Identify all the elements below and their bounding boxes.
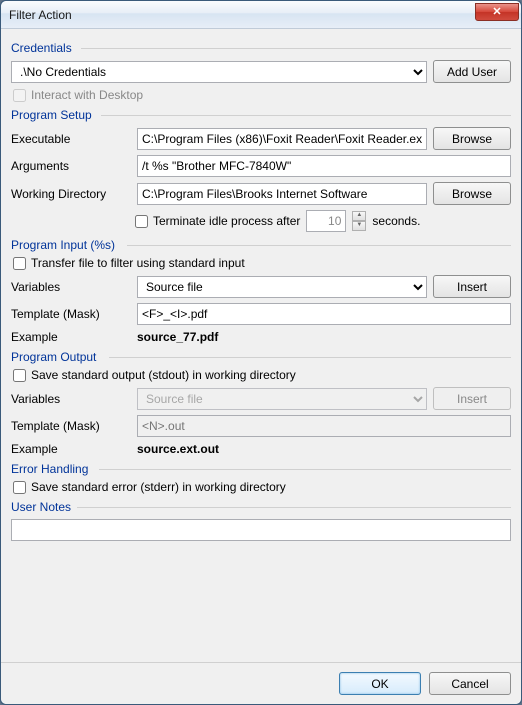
terminate-idle-checkbox[interactable]: Terminate idle process after bbox=[135, 214, 300, 228]
transfer-file-checkbox[interactable]: Transfer file to filter using standard i… bbox=[13, 256, 511, 270]
arguments-input[interactable] bbox=[137, 155, 511, 177]
working-directory-browse-button[interactable]: Browse bbox=[433, 182, 511, 205]
window-title: Filter Action bbox=[9, 8, 475, 22]
spinner-up-icon: ▲ bbox=[352, 211, 366, 221]
input-template-input[interactable] bbox=[137, 303, 511, 325]
spinner-down-icon: ▼ bbox=[352, 221, 366, 231]
dialog-window: Filter Action ✕ Credentials .\No Credent… bbox=[0, 0, 522, 705]
close-icon: ✕ bbox=[492, 5, 501, 18]
add-user-button[interactable]: Add User bbox=[433, 60, 511, 83]
cancel-button[interactable]: Cancel bbox=[429, 672, 511, 695]
output-variables-dropdown: Source file bbox=[137, 388, 427, 410]
transfer-checkbox-input[interactable] bbox=[13, 257, 26, 270]
input-insert-button[interactable]: Insert bbox=[433, 275, 511, 298]
program-input-section-label: Program Input (%s) bbox=[11, 238, 511, 252]
save-stderr-checkbox[interactable]: Save standard error (stderr) in working … bbox=[13, 480, 511, 494]
terminate-checkbox-label: Terminate idle process after bbox=[153, 214, 300, 228]
executable-browse-button[interactable]: Browse bbox=[433, 127, 511, 150]
output-insert-button: Insert bbox=[433, 387, 511, 410]
interact-checkbox-label: Interact with Desktop bbox=[31, 88, 143, 102]
save-stderr-checkbox-input[interactable] bbox=[13, 481, 26, 494]
output-example-value: source.ext.out bbox=[137, 442, 219, 456]
input-variables-dropdown[interactable]: Source file bbox=[137, 276, 427, 298]
output-example-label: Example bbox=[11, 442, 131, 456]
executable-input[interactable] bbox=[137, 128, 427, 150]
titlebar[interactable]: Filter Action ✕ bbox=[1, 1, 521, 29]
input-template-label: Template (Mask) bbox=[11, 307, 131, 321]
working-directory-label: Working Directory bbox=[11, 187, 131, 201]
save-stdout-checkbox-label: Save standard output (stdout) in working… bbox=[31, 368, 296, 382]
terminate-suffix: seconds. bbox=[372, 214, 420, 228]
terminate-seconds-input bbox=[306, 210, 346, 232]
credentials-section-label: Credentials bbox=[11, 41, 511, 55]
save-stdout-checkbox-input[interactable] bbox=[13, 369, 26, 382]
credentials-dropdown[interactable]: .\No Credentials bbox=[11, 61, 427, 83]
output-template-input bbox=[137, 415, 511, 437]
program-output-section-label: Program Output bbox=[11, 350, 511, 364]
dialog-footer: OK Cancel bbox=[1, 662, 521, 704]
save-stdout-checkbox[interactable]: Save standard output (stdout) in working… bbox=[13, 368, 511, 382]
ok-button[interactable]: OK bbox=[339, 672, 421, 695]
dialog-body: Credentials .\No Credentials Add User In… bbox=[1, 29, 521, 662]
program-setup-section-label: Program Setup bbox=[11, 108, 511, 122]
input-example-label: Example bbox=[11, 330, 131, 344]
output-variables-label: Variables bbox=[11, 392, 131, 406]
error-handling-section-label: Error Handling bbox=[11, 462, 511, 476]
executable-label: Executable bbox=[11, 132, 131, 146]
working-directory-input[interactable] bbox=[137, 183, 427, 205]
input-variables-label: Variables bbox=[11, 280, 131, 294]
interact-with-desktop-checkbox: Interact with Desktop bbox=[13, 88, 511, 102]
input-example-value: source_77.pdf bbox=[137, 330, 218, 344]
close-button[interactable]: ✕ bbox=[475, 3, 519, 21]
user-notes-section-label: User Notes bbox=[11, 500, 511, 514]
transfer-checkbox-label: Transfer file to filter using standard i… bbox=[31, 256, 245, 270]
terminate-checkbox-input[interactable] bbox=[135, 215, 148, 228]
output-template-label: Template (Mask) bbox=[11, 419, 131, 433]
terminate-spinner: ▲ ▼ bbox=[352, 211, 366, 231]
user-notes-input[interactable] bbox=[11, 519, 511, 541]
save-stderr-checkbox-label: Save standard error (stderr) in working … bbox=[31, 480, 286, 494]
interact-checkbox-input bbox=[13, 89, 26, 102]
arguments-label: Arguments bbox=[11, 159, 131, 173]
